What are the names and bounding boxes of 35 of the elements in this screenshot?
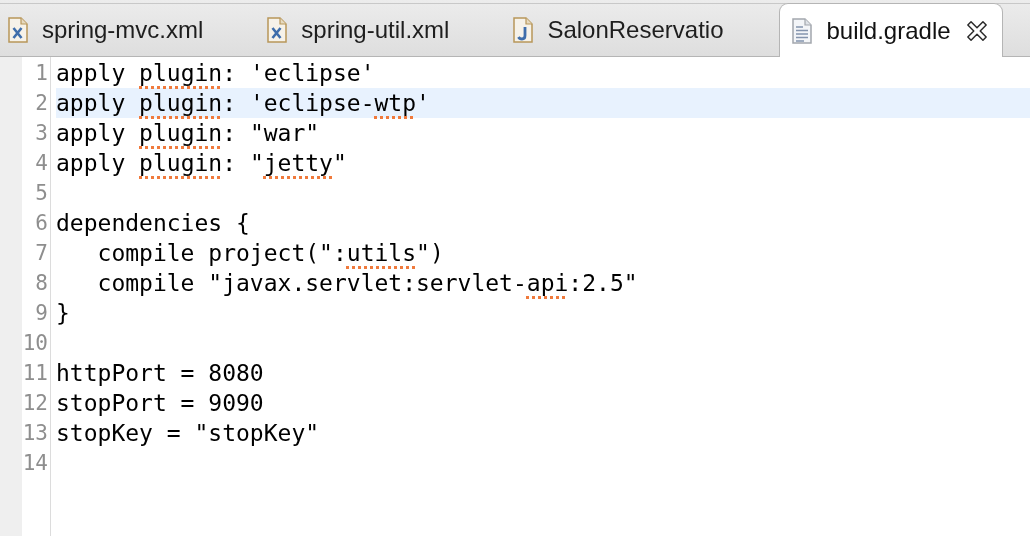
editor-tab[interactable]: spring-util.xml [259,3,506,56]
code-line: compile "javax.servlet:servlet-api:2.5" [96,269,638,298]
xml-file-icon [8,16,28,43]
editor-tab[interactable]: spring-mvc.xml [0,3,260,56]
code-line: apply plugin: "war" [56,119,320,148]
code-line: stopPort = 9090 [56,389,264,418]
code-line: httpPort = 8080 [56,359,264,388]
line-number: 1 [35,60,48,87]
code-line: apply plugin: 'eclipse' [56,59,375,88]
text-file-icon [792,17,813,44]
line-number: 8 [35,270,48,297]
line-number: 9 [35,300,48,327]
code-line: compile project(":utils") [96,239,444,268]
editor-tab[interactable]: SalonReservatio [505,3,780,56]
close-icon [965,19,988,42]
line-number: 7 [35,240,48,267]
editor-tab[interactable]: build.gradle [779,3,1003,57]
code-line: } [56,299,70,328]
line-number: 12 [22,390,48,417]
code-line: stopKey = "stopKey" [56,419,320,448]
java-file-icon [513,16,534,43]
line-number: 10 [22,330,48,357]
line-number: 3 [35,120,48,147]
line-number: 6 [35,210,48,237]
line-number: 11 [22,360,48,387]
line-number: 14 [22,450,48,477]
close-tab-button[interactable] [965,19,988,42]
line-number: 2 [35,90,48,117]
line-number: 4 [35,150,48,177]
code-line: apply plugin: 'eclipse-wtp' [56,89,430,118]
xml-file-icon [267,16,288,43]
code-line: dependencies { [56,209,250,238]
line-number: 5 [35,180,48,207]
code-line: apply plugin: "jetty" [56,149,347,178]
line-number: 13 [22,420,48,447]
